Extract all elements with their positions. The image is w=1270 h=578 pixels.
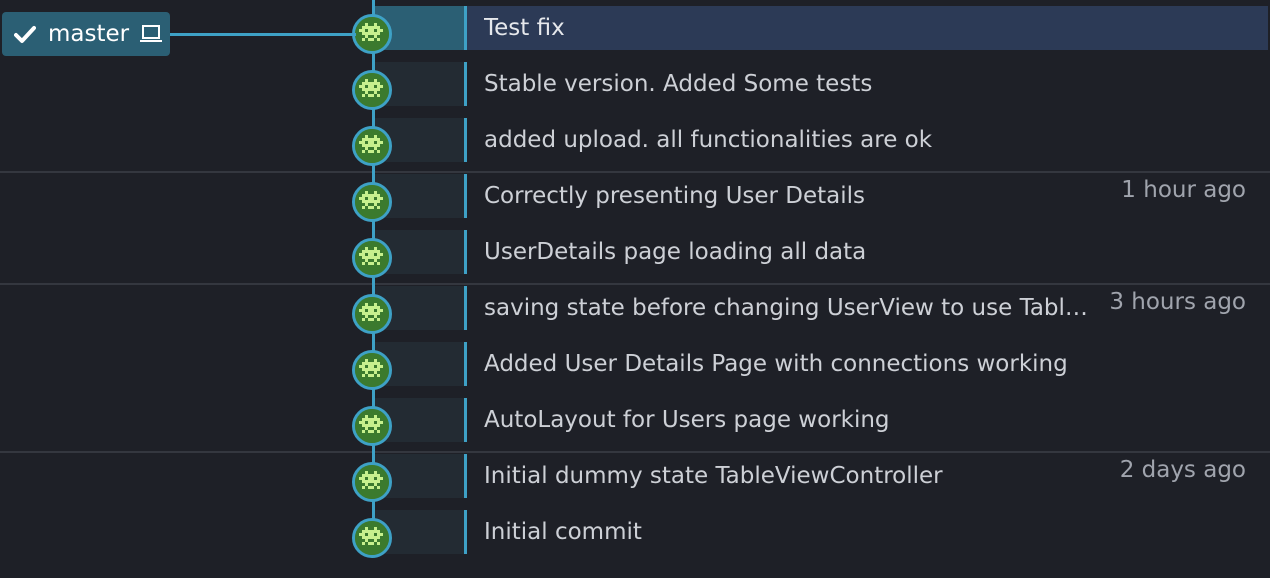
commit-message: Stable version. Added Some tests — [484, 71, 873, 97]
commit-row[interactable]: Test fix — [0, 0, 1270, 56]
commit-row[interactable]: added upload. all functionalities are ok — [0, 112, 1270, 168]
branch-connector — [170, 33, 356, 36]
commit-message-cell[interactable]: UserDetails page loading all data — [464, 230, 1268, 274]
commit-row[interactable]: Stable version. Added Some tests — [0, 56, 1270, 112]
author-avatar-icon[interactable] — [352, 238, 392, 278]
commit-message: saving state before changing UserView to… — [484, 295, 1100, 321]
commit-time: 1 hour ago — [1121, 177, 1246, 203]
commit-message-cell[interactable]: AutoLayout for Users page working — [464, 398, 1268, 442]
commit-graph: Test fix Stable version. Added Some tests… — [0, 0, 1270, 578]
author-avatar-icon[interactable] — [352, 126, 392, 166]
commit-message-cell[interactable]: Added User Details Page with connections… — [464, 342, 1268, 386]
author-avatar-icon[interactable] — [352, 462, 392, 502]
commit-message-cell[interactable]: added upload. all functionalities are ok — [464, 118, 1268, 162]
commit-row[interactable]: Initial commit — [0, 504, 1270, 560]
branch-badge-master[interactable]: master — [2, 12, 170, 56]
computer-icon — [140, 25, 163, 42]
commit-message-cell[interactable]: Initial dummy state TableViewController 2… — [464, 454, 1268, 498]
commit-message: Added User Details Page with connections… — [484, 351, 1068, 377]
commit-row[interactable]: Added User Details Page with connections… — [0, 336, 1270, 392]
author-avatar-icon[interactable] — [352, 294, 392, 334]
author-avatar-icon[interactable] — [352, 518, 392, 558]
commit-message: AutoLayout for Users page working — [484, 407, 890, 433]
commit-row[interactable]: Initial dummy state TableViewController 2… — [0, 448, 1270, 504]
author-avatar-icon[interactable] — [352, 182, 392, 222]
author-avatar-icon[interactable] — [352, 350, 392, 390]
commit-time: 2 days ago — [1119, 457, 1246, 483]
commit-message-cell[interactable]: Initial commit — [464, 510, 1268, 554]
branch-name: master — [48, 21, 130, 47]
author-avatar-icon[interactable] — [352, 406, 392, 446]
commit-message: Initial dummy state TableViewController — [484, 463, 943, 489]
commit-message: Test fix — [484, 15, 565, 41]
commit-message-cell[interactable]: saving state before changing UserView to… — [464, 286, 1268, 330]
commit-time: 3 hours ago — [1109, 289, 1246, 315]
check-icon — [14, 26, 36, 43]
commit-row[interactable]: Correctly presenting User Details 1 hour … — [0, 168, 1270, 224]
commit-message: added upload. all functionalities are ok — [484, 127, 933, 153]
author-avatar-icon[interactable] — [352, 70, 392, 110]
commit-row[interactable]: AutoLayout for Users page working — [0, 392, 1270, 448]
commit-row[interactable]: UserDetails page loading all data — [0, 224, 1270, 280]
author-avatar-icon[interactable] — [352, 14, 392, 54]
commit-message-cell[interactable]: Test fix — [464, 6, 1268, 50]
commit-message-cell[interactable]: Correctly presenting User Details 1 hour … — [464, 174, 1268, 218]
commit-row[interactable]: saving state before changing UserView to… — [0, 280, 1270, 336]
commit-message: UserDetails page loading all data — [484, 239, 867, 265]
commit-message-cell[interactable]: Stable version. Added Some tests — [464, 62, 1268, 106]
commit-message: Correctly presenting User Details — [484, 183, 866, 209]
commit-message: Initial commit — [484, 519, 642, 545]
